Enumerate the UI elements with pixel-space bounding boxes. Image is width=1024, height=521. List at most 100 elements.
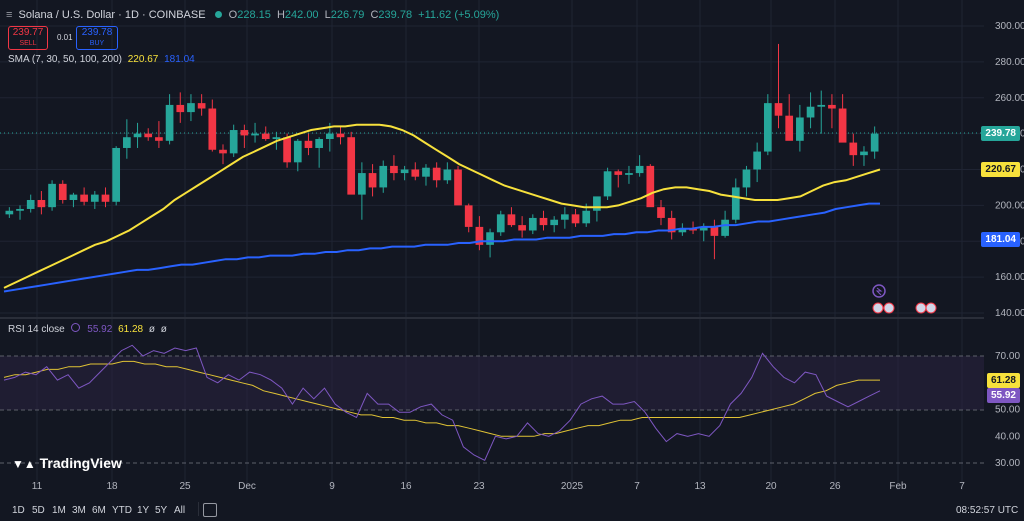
candle-body[interactable] bbox=[849, 142, 858, 156]
sell-button[interactable]: 239.77 SELL bbox=[8, 26, 48, 50]
candle-body[interactable] bbox=[219, 149, 227, 154]
chart-canvas[interactable]: 300.00280.00260.00240.00220.00200.00180.… bbox=[0, 0, 1024, 521]
candle-body[interactable] bbox=[165, 104, 174, 141]
candle-body[interactable] bbox=[315, 139, 323, 148]
candle-body[interactable] bbox=[432, 167, 441, 181]
candle-body[interactable] bbox=[796, 117, 804, 141]
candle-body[interactable] bbox=[123, 137, 131, 148]
candle-body[interactable] bbox=[710, 226, 719, 236]
candle-body[interactable] bbox=[870, 133, 879, 152]
date-range-icon[interactable] bbox=[203, 503, 217, 517]
candle-body[interactable] bbox=[625, 173, 633, 175]
symbol-title[interactable]: Solana / U.S. Dollar · 1D · COINBASE bbox=[18, 9, 205, 21]
candle-body[interactable] bbox=[112, 147, 121, 202]
candle-body[interactable] bbox=[774, 103, 783, 116]
candle-body[interactable] bbox=[80, 194, 88, 202]
candle-body[interactable] bbox=[155, 137, 163, 141]
candle-body[interactable] bbox=[614, 171, 623, 175]
candle-body[interactable] bbox=[208, 108, 217, 150]
timeframe-button-all[interactable]: All bbox=[174, 505, 185, 516]
candle-body[interactable] bbox=[464, 205, 473, 227]
candle-body[interactable] bbox=[283, 137, 291, 163]
candle-body[interactable] bbox=[325, 133, 334, 140]
candle-body[interactable] bbox=[197, 103, 206, 109]
candle-body[interactable] bbox=[240, 130, 249, 136]
sma-legend[interactable]: SMA (7, 30, 50, 100, 200) 220.67 181.04 bbox=[8, 54, 195, 65]
candle-body[interactable] bbox=[785, 115, 794, 141]
candle-body[interactable] bbox=[817, 104, 826, 107]
candle-body[interactable] bbox=[561, 214, 569, 220]
candle-body[interactable] bbox=[304, 140, 313, 148]
timeframe-button-1d[interactable]: 1D bbox=[12, 505, 25, 516]
timeframe-button-5d[interactable]: 5D bbox=[32, 505, 45, 516]
candle-body[interactable] bbox=[229, 130, 238, 154]
candle-body[interactable] bbox=[731, 187, 740, 220]
timeframe-button-1y[interactable]: 1Y bbox=[137, 505, 149, 516]
candle-body[interactable] bbox=[422, 167, 430, 177]
candle-body[interactable] bbox=[90, 194, 99, 202]
candle-body[interactable] bbox=[133, 133, 142, 138]
timeframe-button-3m[interactable]: 3M bbox=[72, 505, 86, 516]
rsi-settings-icon[interactable] bbox=[71, 323, 81, 332]
candle-body[interactable] bbox=[454, 169, 462, 206]
candle-body[interactable] bbox=[571, 214, 580, 224]
tradingview-logo[interactable]: ▼▲ TradingView bbox=[12, 455, 122, 471]
candle-body[interactable] bbox=[347, 137, 356, 195]
candle-body[interactable] bbox=[486, 232, 494, 245]
menu-icon[interactable]: ≡ bbox=[6, 9, 12, 21]
candle-body[interactable] bbox=[507, 214, 516, 226]
rsi-legend[interactable]: RSI 14 close 55.92 61.28 ø ø bbox=[8, 323, 167, 335]
candle-body[interactable] bbox=[187, 103, 195, 113]
candle-body[interactable] bbox=[838, 108, 847, 143]
candle-body[interactable] bbox=[518, 225, 526, 231]
timeframe-button-ytd[interactable]: YTD bbox=[112, 505, 132, 516]
candle-body[interactable] bbox=[443, 169, 452, 181]
candle-body[interactable] bbox=[582, 210, 591, 224]
candle-body[interactable] bbox=[528, 217, 537, 231]
candle-body[interactable] bbox=[58, 183, 67, 200]
candle-body[interactable] bbox=[336, 133, 345, 138]
candle-body[interactable] bbox=[5, 210, 14, 215]
candle-body[interactable] bbox=[69, 194, 78, 200]
candle-body[interactable] bbox=[721, 219, 729, 236]
candle-body[interactable] bbox=[860, 151, 868, 156]
candle-body[interactable] bbox=[144, 133, 153, 138]
flag-event-icon[interactable] bbox=[915, 302, 927, 314]
candle-body[interactable] bbox=[261, 133, 270, 140]
candle-body[interactable] bbox=[293, 140, 302, 163]
candle-body[interactable] bbox=[379, 165, 388, 188]
flag-event-icon[interactable] bbox=[883, 302, 895, 314]
candle-body[interactable] bbox=[48, 183, 56, 208]
buy-button[interactable]: 239.78 BUY bbox=[76, 26, 118, 50]
candle-body[interactable] bbox=[657, 207, 665, 218]
candle-body[interactable] bbox=[593, 196, 601, 211]
candle-body[interactable] bbox=[358, 173, 366, 195]
candle-body[interactable] bbox=[411, 169, 420, 177]
candle-body[interactable] bbox=[251, 133, 259, 136]
candle-body[interactable] bbox=[26, 199, 35, 209]
candle-body[interactable] bbox=[496, 214, 505, 233]
timeframe-button-6m[interactable]: 6M bbox=[92, 505, 106, 516]
candle-body[interactable] bbox=[550, 219, 559, 226]
candle-body[interactable] bbox=[400, 169, 409, 174]
candle-body[interactable] bbox=[635, 165, 644, 174]
flag-event-icon[interactable] bbox=[872, 302, 884, 314]
candle-body[interactable] bbox=[742, 169, 751, 188]
candle-body[interactable] bbox=[646, 165, 655, 208]
timeframe-button-1m[interactable]: 1M bbox=[52, 505, 66, 516]
candle-body[interactable] bbox=[763, 103, 772, 152]
candle-body[interactable] bbox=[176, 104, 185, 113]
timeframe-button-5y[interactable]: 5Y bbox=[155, 505, 167, 516]
candle-body[interactable] bbox=[806, 106, 815, 118]
candle-body[interactable] bbox=[16, 208, 24, 211]
flag-event-icon[interactable] bbox=[925, 302, 937, 314]
candle-body[interactable] bbox=[828, 104, 836, 109]
candle-body[interactable] bbox=[272, 137, 281, 140]
candle-body[interactable] bbox=[101, 194, 110, 202]
utc-clock[interactable]: 08:52:57 UTC bbox=[956, 505, 1018, 516]
candle-body[interactable] bbox=[539, 217, 548, 226]
candle-body[interactable] bbox=[603, 171, 612, 197]
candle-body[interactable] bbox=[753, 151, 761, 170]
candle-body[interactable] bbox=[368, 173, 377, 188]
candle-body[interactable] bbox=[37, 199, 46, 208]
